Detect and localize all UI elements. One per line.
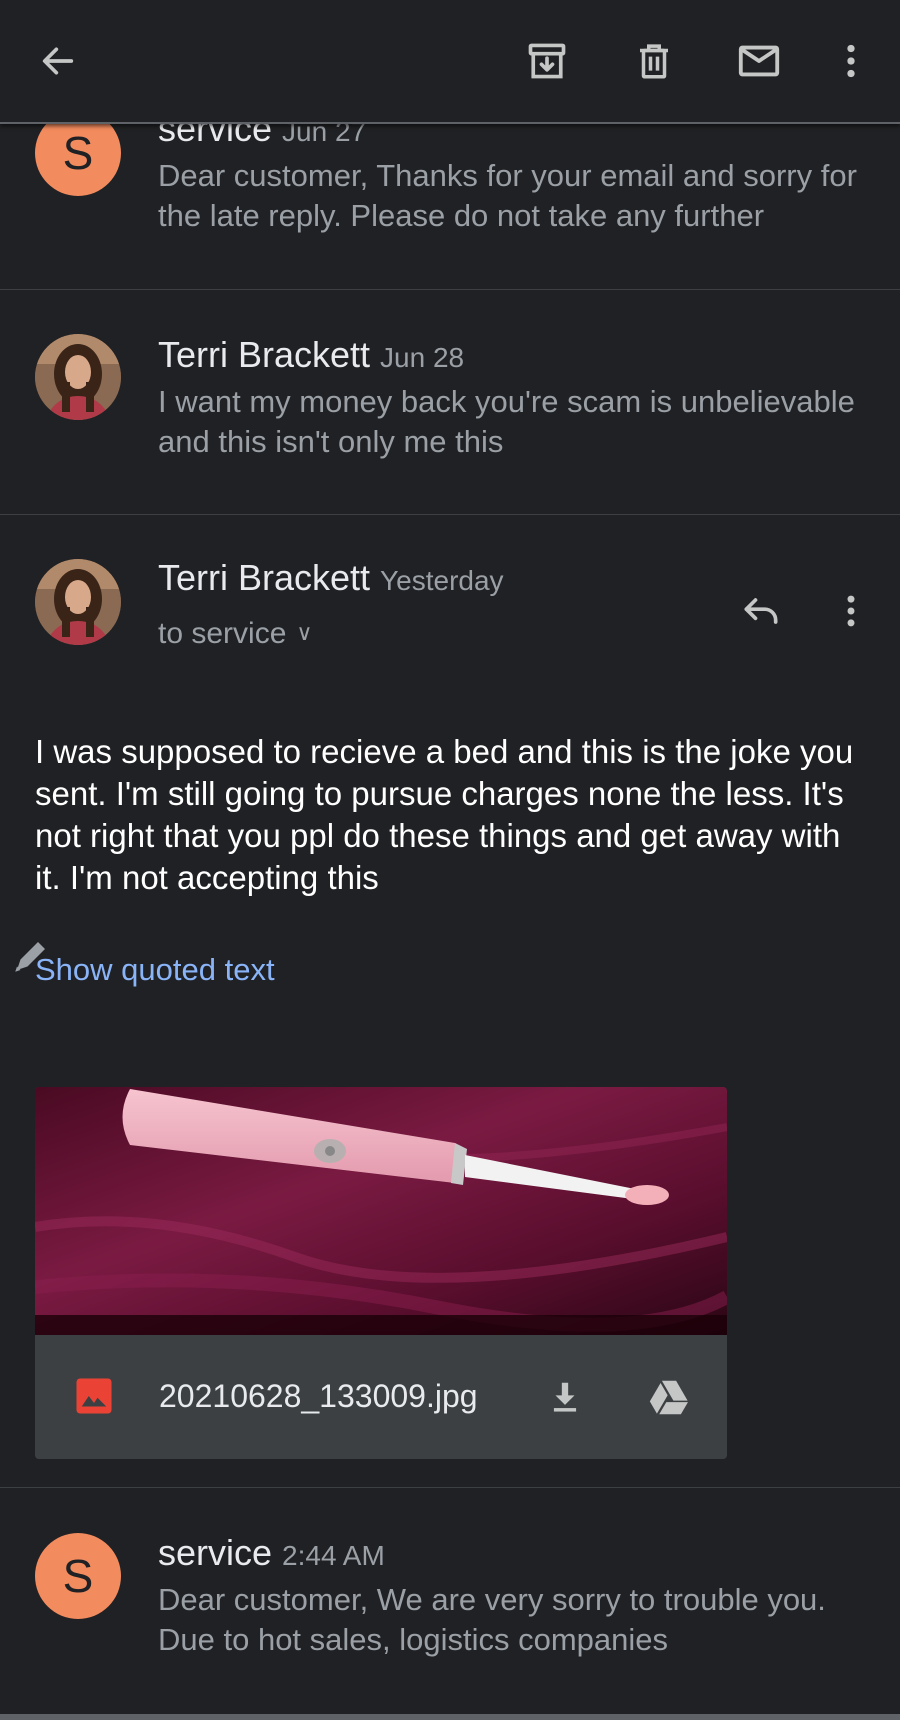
avatar: S	[35, 1533, 121, 1619]
toothbrush-photo	[35, 1087, 727, 1335]
message-date: Jun 28	[380, 342, 465, 373]
message-snippet: Dear customer, Thanks for your email and…	[158, 158, 857, 233]
more-options-button[interactable]	[821, 31, 881, 91]
mark-unread-button[interactable]	[729, 31, 789, 91]
image-file-icon	[76, 1378, 112, 1414]
message-body: I was supposed to recieve a bed and this…	[35, 733, 854, 896]
chevron-down-icon: ∨	[296, 620, 313, 645]
message-more-button[interactable]	[823, 583, 879, 639]
profile-photo	[35, 559, 121, 645]
profile-photo	[35, 334, 121, 420]
message-date: Yesterday	[380, 565, 504, 596]
archive-button[interactable]	[517, 31, 577, 91]
reply-button[interactable]	[733, 583, 789, 639]
arrow-back-icon	[42, 47, 74, 75]
avatar	[35, 334, 121, 420]
attachment-preview-image[interactable]	[35, 1087, 727, 1335]
sender-name: Terri Brackett	[158, 557, 371, 598]
message-row-collapsed[interactable]: Terri Brackett Jun 28 I want my money bac…	[0, 290, 900, 514]
sender-line: Terri Brackett Yesterday	[158, 557, 504, 599]
message-date: 2:44 AM	[282, 1540, 385, 1571]
attachment-info-bar: 20210628_133009.jpg	[35, 1335, 727, 1459]
show-quoted-text-link[interactable]: Show quoted text	[35, 952, 275, 988]
sender-line: service 2:44 AM	[158, 1532, 385, 1574]
sender-line: Terri Brackett Jun 28	[158, 334, 464, 376]
archive-icon	[528, 43, 566, 79]
recipients-toggle[interactable]: to service ∨	[158, 617, 313, 651]
reply-icon	[744, 598, 778, 624]
top-app-bar	[0, 0, 900, 124]
mail-icon	[738, 45, 780, 77]
download-button[interactable]	[535, 1367, 595, 1427]
bottom-divider	[0, 1714, 900, 1720]
save-to-drive-button[interactable]	[637, 1365, 701, 1429]
recipients-text: to service	[158, 617, 287, 650]
download-icon	[553, 1382, 577, 1412]
email-thread-view: S service Jun 27 Dear customer, Thanks fo…	[0, 0, 900, 1720]
sender-name: service	[158, 1532, 273, 1573]
back-button[interactable]	[28, 31, 88, 91]
message-snippet: I want my money back you're scam is unbe…	[158, 384, 855, 459]
avatar	[35, 559, 121, 645]
attachment-card[interactable]: 20210628_133009.jpg	[35, 1087, 727, 1459]
sender-name: Terri Brackett	[158, 334, 371, 375]
more-vert-icon	[847, 595, 855, 627]
attachment-filename: 20210628_133009.jpg	[159, 1378, 478, 1414]
message-snippet: Dear customer, We are very sorry to trou…	[158, 1582, 826, 1657]
more-vert-icon	[847, 44, 855, 78]
message-row-collapsed[interactable]: S service 2:44 AM Dear customer, We are v…	[0, 1488, 900, 1720]
delete-button[interactable]	[624, 31, 684, 91]
drive-icon	[649, 1380, 688, 1415]
trash-icon	[640, 44, 668, 79]
